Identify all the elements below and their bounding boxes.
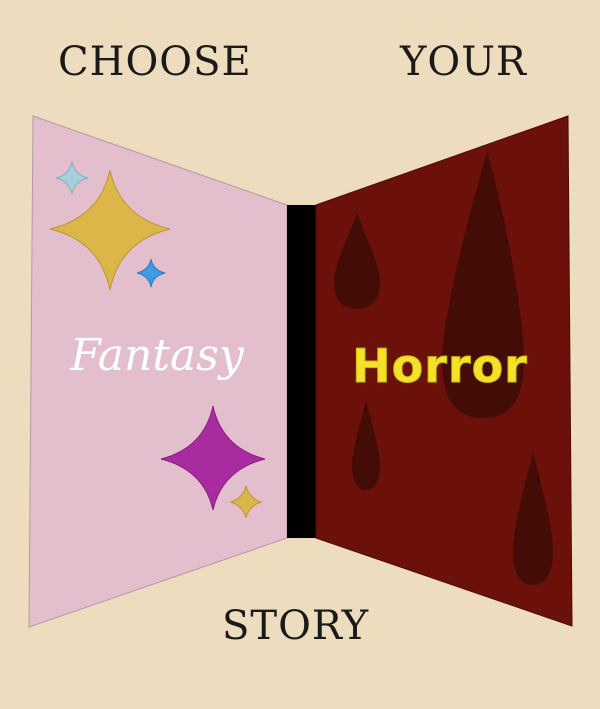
fantasy-label[interactable]: Fantasy <box>69 330 245 381</box>
fantasy-choice[interactable]: Fantasy <box>28 115 288 628</box>
heading-story: STORY <box>222 603 370 649</box>
choose-your-story-page: CHOOSE YOUR Fantasy Horror STORY <box>0 0 600 709</box>
horror-choice[interactable]: Horror <box>315 115 573 627</box>
horror-label[interactable]: Horror <box>352 339 528 394</box>
center-divider <box>287 205 316 538</box>
